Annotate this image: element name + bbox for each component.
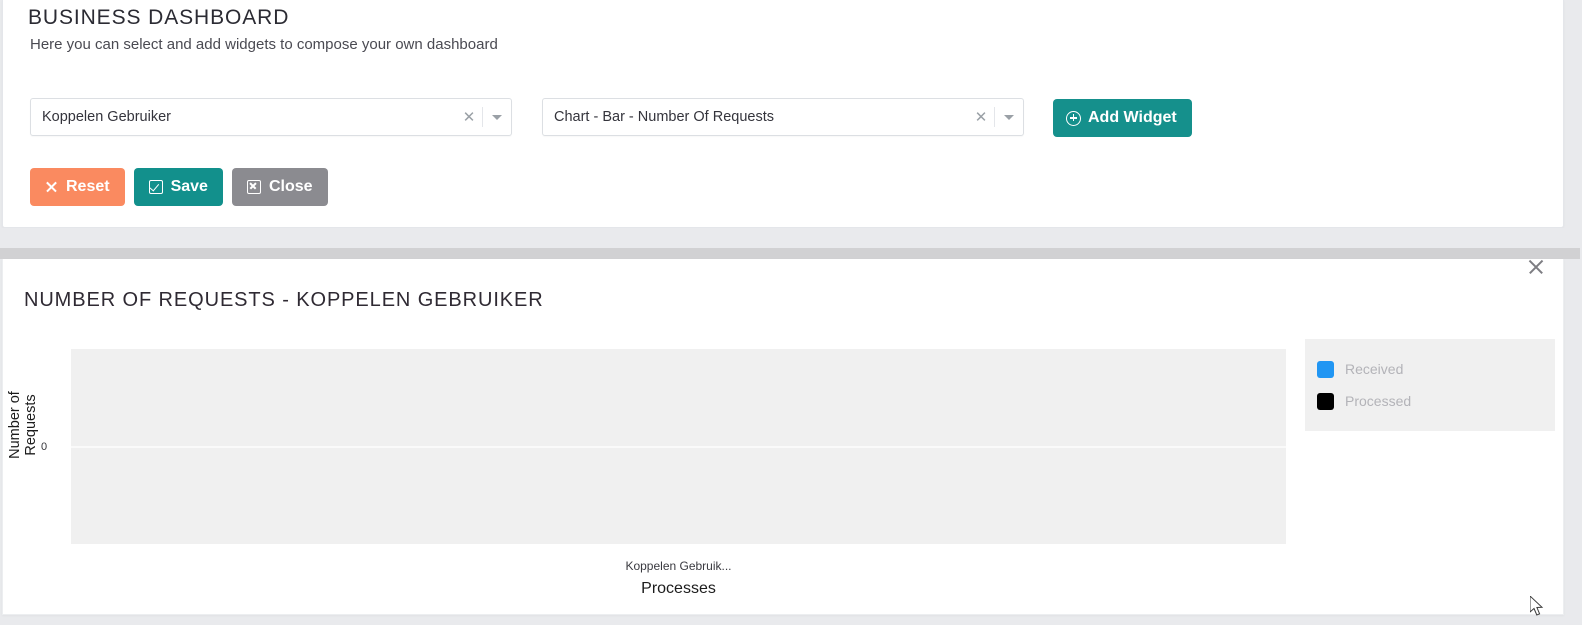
chevron-down-glyph — [1004, 114, 1014, 120]
dashboard-config-card: BUSINESS DASHBOARD Here you can select a… — [2, 0, 1564, 228]
mouse-cursor — [1530, 596, 1544, 616]
save-button-label: Save — [170, 178, 208, 195]
process-select-clear-icon[interactable]: ✕ — [456, 110, 482, 125]
widget-select-value: Chart - Bar - Number Of Requests — [554, 109, 774, 125]
legend-swatch-received — [1317, 360, 1334, 378]
check-square-icon — [148, 180, 163, 194]
legend-label-received: Received — [1345, 361, 1404, 377]
action-button-group: Reset Save Close — [30, 168, 328, 206]
panel-separator-bar — [0, 248, 1582, 259]
widget-panel: NUMBER OF REQUESTS - KOPPELEN GEBRUIKER … — [2, 259, 1564, 615]
close-button-label: Close — [268, 178, 313, 195]
legend-swatch-processed — [1317, 392, 1334, 410]
widget-select-chevron-down-icon[interactable] — [995, 114, 1023, 120]
y-axis-title: Number of Requests — [7, 391, 39, 459]
plus-circle-icon — [1066, 110, 1081, 126]
legend-item-received[interactable]: Received — [1317, 353, 1555, 385]
close-button[interactable]: Close — [231, 168, 328, 206]
y-axis-tick-label: 0 — [41, 441, 48, 453]
x-axis-title: Processes — [641, 580, 716, 597]
chart-legend: Received Processed — [1305, 339, 1555, 431]
reset-button[interactable]: Reset — [30, 168, 125, 206]
process-select-chevron-down-icon[interactable] — [483, 114, 511, 120]
x-axis-tick-label: Koppelen Gebruik... — [625, 559, 732, 573]
widget-select-clear-icon[interactable]: ✕ — [968, 110, 994, 125]
page-title: BUSINESS DASHBOARD — [28, 6, 290, 29]
widget-select[interactable]: Chart - Bar - Number Of Requests ✕ — [542, 98, 1024, 136]
process-select-value: Koppelen Gebruiker — [42, 109, 171, 125]
save-button[interactable]: Save — [133, 168, 223, 206]
chevron-down-glyph — [492, 114, 502, 120]
x-icon — [45, 181, 58, 194]
zero-gridline — [71, 446, 1286, 448]
legend-label-processed: Processed — [1345, 393, 1412, 409]
bar-chart: Number of Requests 0 Koppelen Gebruik...… — [3, 259, 1563, 614]
chart-plot-area — [71, 349, 1286, 544]
x-square-icon — [246, 180, 261, 194]
add-widget-label: Add Widget — [1088, 109, 1177, 126]
page-subtitle: Here you can select and add widgets to c… — [30, 36, 498, 53]
add-widget-button[interactable]: Add Widget — [1053, 99, 1192, 137]
panel-gap — [0, 228, 1582, 248]
reset-button-label: Reset — [66, 178, 110, 195]
legend-item-processed[interactable]: Processed — [1317, 385, 1555, 417]
process-select[interactable]: Koppelen Gebruiker ✕ — [30, 98, 512, 136]
